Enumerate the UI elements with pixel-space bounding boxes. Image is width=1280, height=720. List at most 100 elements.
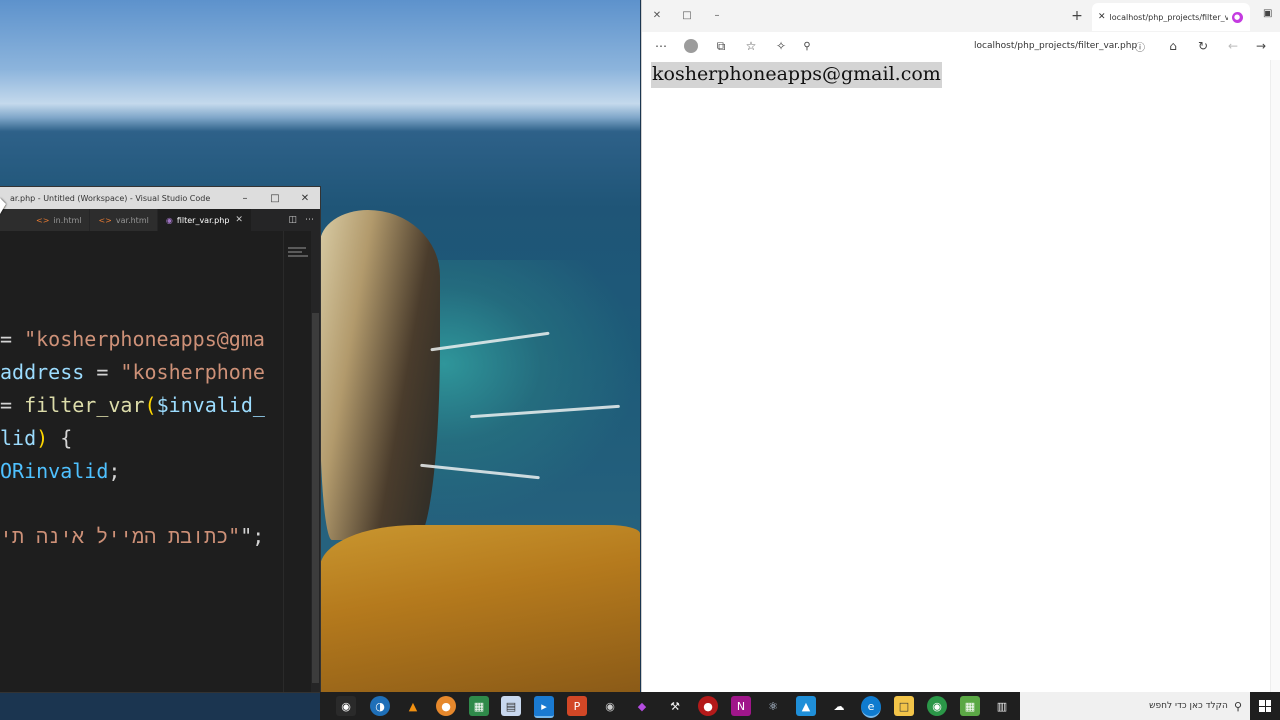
code-token: lid — [0, 426, 37, 450]
php-file-icon: ◉ — [165, 215, 173, 225]
tab-actions-icon[interactable]: ▣ — [1263, 8, 1275, 20]
paint-icon[interactable]: ☁ — [829, 696, 849, 716]
add-favorite-icon[interactable]: ✧ — [768, 32, 794, 60]
edge-icon[interactable]: e — [861, 696, 881, 718]
code-token: ; — [108, 459, 121, 483]
home-icon[interactable]: ⌂ — [1160, 32, 1186, 60]
code-token: = — [84, 360, 121, 384]
favorites-icon[interactable]: ☆ — [738, 32, 764, 60]
code-token: ( — [144, 393, 157, 417]
code-token: "kosherphone — [120, 360, 265, 384]
profile-icon[interactable] — [678, 32, 704, 60]
tab-in-html[interactable]: <> in.html — [0, 209, 91, 231]
vscode-icon[interactable]: ▸ — [534, 696, 554, 718]
app-icon[interactable]: ▦ — [469, 696, 489, 716]
forward-arrow-icon[interactable]: → — [1248, 32, 1274, 60]
editor-scrollbar[interactable] — [311, 231, 320, 692]
browser-tab-strip: ✕ □ – + ✕ localhost/php_projects/filter_… — [642, 0, 1280, 32]
tab-label: filter_var.php — [176, 215, 230, 225]
windows-logo-icon — [1259, 700, 1271, 712]
close-button[interactable]: ✕ — [642, 0, 672, 30]
more-actions-icon[interactable]: ⋯ — [305, 215, 314, 225]
taskbar: ◉ ◑ ▲ ● ▦ ▤ ▸ P ◉ ◆ ⚒ ● N ⚛ ▲ ☁ e □ ◉ ▦ … — [320, 692, 1280, 720]
minimap-line — [288, 251, 302, 253]
vlc-icon[interactable]: ▲ — [403, 696, 423, 716]
code-token: "; — [240, 524, 265, 548]
powerpoint-icon[interactable]: P — [567, 696, 587, 716]
code-line: lid) { — [0, 426, 72, 450]
minimap[interactable] — [283, 231, 312, 692]
vscode-window: ar.php - Untitled (Workspace) - Visual S… — [0, 187, 320, 692]
html-file-icon: <> — [36, 215, 50, 225]
code-line: address = "kosherphone — [0, 360, 265, 384]
browser-toolbar: ⋯ ⧉ ☆ ✧ ⚲ localhost/php_projects/filter_… — [642, 32, 1280, 61]
zoom-icon[interactable]: ⚲ — [794, 32, 820, 60]
split-editor-icon[interactable]: ◫ — [288, 215, 297, 225]
notepad-icon[interactable]: ▤ — [501, 696, 521, 716]
taskbar-search-box[interactable]: הקלד כאן כדי לחפש ⚲ — [1020, 692, 1250, 720]
minimap-line — [288, 255, 308, 257]
code-line: "כתובת המייל אינה תי"; — [0, 524, 264, 550]
code-editor[interactable]: = "kosherphoneapps@gma address = "kosher… — [0, 231, 283, 692]
address-bar[interactable]: localhost/php_projects/filter_var.php — [974, 32, 1137, 60]
collections-icon[interactable]: ⧉ — [708, 32, 734, 60]
code-token: ) — [36, 426, 49, 450]
photos-icon[interactable]: ▲ — [796, 696, 816, 716]
code-token: $invalid_ — [156, 393, 265, 417]
github-desktop-icon[interactable]: ◉ — [336, 696, 356, 716]
drop-app-icon[interactable]: ◆ — [632, 696, 652, 716]
onenote-icon[interactable]: N — [731, 696, 751, 716]
browser-scrollbar[interactable] — [1270, 60, 1280, 692]
code-token: filter_var — [24, 393, 145, 417]
tab-var-html[interactable]: <> var.html — [90, 209, 158, 231]
maximize-button[interactable]: □ — [672, 0, 702, 30]
edge-dev-icon[interactable]: ⚛ — [763, 696, 783, 716]
browser-app-icon[interactable]: ◑ — [370, 696, 390, 716]
code-token: { — [48, 426, 73, 450]
code-token: ORinvalid — [0, 459, 109, 483]
search-placeholder: הקלד כאן כדי לחפש — [1149, 701, 1228, 711]
start-button[interactable] — [1250, 692, 1280, 720]
back-arrow-icon[interactable]: ← — [1220, 32, 1246, 60]
php-favicon-icon: ● — [1231, 11, 1243, 23]
wallpaper-cliff — [320, 210, 440, 540]
tab-filter-var-php[interactable]: ◉ filter_var.php ✕ — [157, 209, 252, 231]
app-icon[interactable]: ▦ — [960, 696, 980, 716]
wallpaper-grass — [320, 525, 640, 692]
minimize-button[interactable]: – — [702, 0, 732, 30]
recorder-icon[interactable]: ● — [698, 696, 718, 716]
new-tab-button[interactable]: + — [1067, 0, 1087, 32]
page-content: kosherphoneapps@gmail.com — [642, 60, 1270, 692]
camera-icon[interactable]: ◉ — [600, 696, 620, 716]
html-file-icon: <> — [98, 215, 112, 225]
code-token: = — [0, 393, 25, 417]
code-token: address — [0, 360, 85, 384]
vscode-titlebar[interactable]: ar.php - Untitled (Workspace) - Visual S… — [0, 187, 320, 209]
refresh-icon[interactable]: ↻ — [1190, 32, 1216, 60]
browser-tab-label: localhost/php_projects/filter_var — [1109, 12, 1228, 22]
code-line: = filter_var($invalid_ — [0, 393, 265, 417]
tools-icon[interactable]: ⚒ — [665, 696, 685, 716]
file-explorer-icon[interactable]: □ — [894, 696, 914, 716]
task-view-icon[interactable]: ▥ — [992, 696, 1012, 716]
site-info-icon[interactable]: ⓘ — [1127, 32, 1153, 60]
more-menu-icon[interactable]: ⋯ — [648, 32, 674, 60]
close-icon[interactable]: ✕ — [1098, 12, 1106, 22]
mouse-pointer-icon — [0, 198, 6, 214]
minimize-button[interactable]: – — [230, 187, 260, 209]
vscode-title: ar.php - Untitled (Workspace) - Visual S… — [10, 193, 211, 203]
tab-label: var.html — [115, 215, 149, 225]
scrollbar-thumb[interactable] — [312, 313, 319, 683]
firefox-icon[interactable]: ● — [436, 696, 456, 716]
close-button[interactable]: ✕ — [290, 187, 320, 209]
close-icon[interactable]: ✕ — [235, 215, 243, 225]
search-icon: ⚲ — [1233, 699, 1242, 713]
editor-tab-bar: <> in.html <> var.html ◉ filter_var.php … — [0, 209, 320, 231]
code-token: "kosherphoneapps@gma — [24, 327, 265, 351]
selected-email-text[interactable]: kosherphoneapps@gmail.com — [651, 62, 942, 88]
minimap-line — [288, 247, 306, 249]
browser-tab[interactable]: ✕ localhost/php_projects/filter_var ● — [1092, 3, 1250, 31]
chrome-icon[interactable]: ◉ — [927, 696, 947, 716]
browser-window: ✕ □ – + ✕ localhost/php_projects/filter_… — [641, 0, 1280, 692]
maximize-button[interactable]: □ — [260, 187, 290, 209]
